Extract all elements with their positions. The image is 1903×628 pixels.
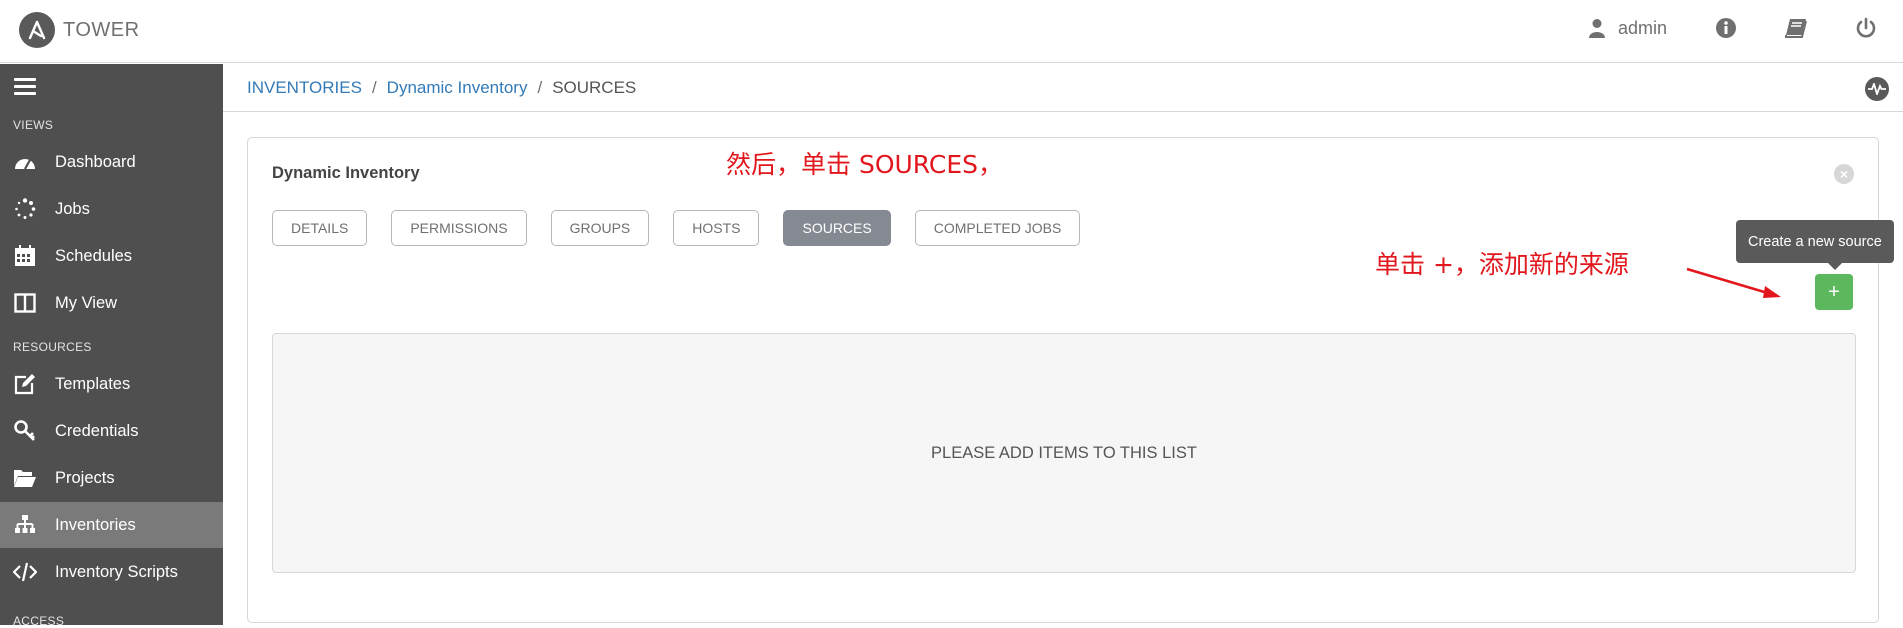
ansible-logo-icon (19, 12, 55, 48)
brand[interactable]: TOWER (19, 12, 140, 48)
tab-hosts[interactable]: HOSTS (673, 210, 760, 246)
sidebar-item-jobs[interactable]: Jobs (0, 186, 223, 232)
inventory-panel: Dynamic Inventory × DETAILS PERMISSIONS … (247, 137, 1879, 623)
sidebar-item-inventories[interactable]: Inventories (0, 502, 223, 548)
tab-sources[interactable]: SOURCES (783, 210, 891, 246)
tab-completed-jobs[interactable]: COMPLETED JOBS (914, 210, 1081, 246)
power-icon[interactable] (1853, 15, 1879, 41)
tab-bar: DETAILS PERMISSIONS GROUPS HOSTS SOURCES… (272, 210, 1104, 246)
info-icon[interactable] (1713, 15, 1739, 41)
sidebar-item-label: Credentials (55, 421, 139, 440)
breadcrumb-bar: INVENTORIES / Dynamic Inventory / SOURCE… (223, 64, 1903, 112)
sidebar-item-label: Jobs (55, 199, 90, 218)
calendar-icon (13, 244, 37, 268)
empty-list-message: PLEASE ADD ITEMS TO THIS LIST (931, 443, 1197, 462)
edit-icon (13, 372, 37, 396)
user-icon (1588, 19, 1605, 38)
close-icon[interactable]: × (1834, 164, 1854, 184)
breadcrumb-current: SOURCES (552, 78, 637, 97)
sidebar-item-label: Projects (55, 468, 115, 487)
sidebar-item-label: Dashboard (55, 152, 136, 171)
code-icon (13, 560, 37, 584)
breadcrumb-dynamic-inventory[interactable]: Dynamic Inventory (387, 78, 528, 98)
columns-icon (13, 291, 37, 315)
add-source-button[interactable]: + (1815, 274, 1853, 310)
sidebar-item-credentials[interactable]: Credentials (0, 408, 223, 454)
annotation-arrow-icon (1686, 267, 1781, 298)
sidebar-item-label: Templates (55, 374, 131, 393)
sitemap-icon (13, 513, 37, 537)
brand-name: TOWER (63, 18, 140, 41)
sidebar-item-schedules[interactable]: Schedules (0, 233, 223, 279)
tab-permissions[interactable]: PERMISSIONS (391, 210, 527, 246)
breadcrumb-separator: / (537, 78, 543, 97)
top-header: TOWER admin (0, 0, 1903, 63)
breadcrumb: INVENTORIES / Dynamic Inventory / SOURCE… (247, 78, 636, 98)
annotation-click-sources: 然后，单击 SOURCES， (726, 150, 1004, 179)
section-views: VIEWS (13, 118, 54, 132)
section-access: ACCESS (13, 614, 65, 628)
breadcrumb-separator: / (371, 78, 377, 97)
add-source-tooltip: Create a new source (1736, 220, 1894, 270)
sidebar-item-label: My View (55, 293, 118, 312)
sidebar-item-my-view[interactable]: My View (0, 280, 223, 326)
sidebar-item-dashboard[interactable]: Dashboard (0, 139, 223, 185)
sidebar-item-label: Inventory Scripts (55, 562, 178, 581)
spinner-icon (13, 197, 37, 221)
dashboard-icon (13, 150, 37, 174)
panel-title: Dynamic Inventory (272, 164, 420, 182)
key-icon (13, 419, 37, 443)
user-menu[interactable]: admin (1588, 18, 1667, 39)
sidebar: VIEWS Dashboard Jobs Schedules My View R… (0, 64, 223, 628)
username: admin (1617, 17, 1667, 38)
tab-groups[interactable]: GROUPS (550, 210, 650, 246)
sidebar-item-label: Inventories (55, 515, 136, 534)
breadcrumb-inventories[interactable]: INVENTORIES (247, 78, 362, 98)
book-icon[interactable] (1783, 15, 1809, 41)
menu-toggle-icon[interactable] (14, 78, 36, 96)
annotation-click-add: 单击 +，添加新的来源 (1375, 250, 1629, 279)
sidebar-item-label: Schedules (55, 246, 133, 265)
folder-open-icon (13, 466, 37, 490)
tab-details[interactable]: DETAILS (272, 210, 368, 246)
sidebar-item-inventory-scripts[interactable]: Inventory Scripts (0, 549, 223, 595)
empty-list-placeholder: PLEASE ADD ITEMS TO THIS LIST (272, 333, 1856, 573)
sidebar-item-projects[interactable]: Projects (0, 455, 223, 501)
activity-stream-icon[interactable] (1865, 77, 1889, 101)
section-resources: RESOURCES (13, 340, 92, 354)
sidebar-item-templates[interactable]: Templates (0, 361, 223, 407)
